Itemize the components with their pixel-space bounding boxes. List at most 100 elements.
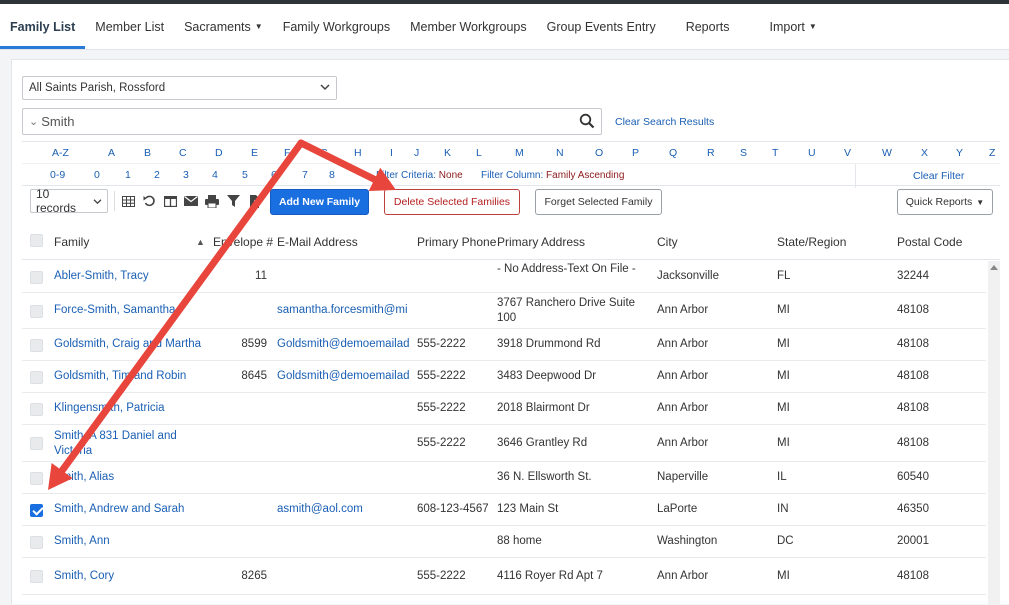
alpha-letter-e[interactable]: E — [251, 147, 258, 159]
alpha-letter-z[interactable]: Z — [989, 147, 995, 159]
column-header-envelope[interactable]: Envelope # — [213, 235, 273, 249]
alpha-letter-y[interactable]: Y — [956, 147, 963, 159]
nav-family-list[interactable]: Family List — [0, 4, 86, 49]
family-name-link[interactable]: Smith, Cory — [54, 570, 214, 582]
alpha-letter-b[interactable]: B — [144, 147, 151, 159]
column-header-family[interactable]: Family — [54, 235, 89, 249]
alpha-letter-a[interactable]: A — [108, 147, 115, 159]
scroll-up-icon[interactable] — [990, 265, 998, 270]
row-select-checkbox[interactable] — [30, 535, 43, 549]
row-select-checkbox[interactable] — [30, 437, 43, 450]
parish-select[interactable]: All Saints Parish, Rossford — [22, 76, 337, 100]
family-name-link[interactable]: Abler-Smith, Tracy — [54, 270, 214, 282]
email-link[interactable]: samantha.forcesmith@mi — [277, 304, 413, 316]
nav-import[interactable]: Import ▼ — [759, 4, 826, 49]
nav-family-workgroups[interactable]: Family Workgroups — [273, 4, 400, 49]
alpha-digit-5[interactable]: 5 — [242, 169, 248, 181]
row-select-checkbox[interactable] — [30, 402, 43, 416]
row-select-checkbox[interactable] — [30, 338, 43, 352]
alpha-letter-s[interactable]: S — [740, 147, 747, 159]
row-select-checkbox[interactable] — [30, 503, 43, 517]
alpha-letter-j[interactable]: J — [414, 147, 419, 159]
alpha-letter-h[interactable]: H — [354, 147, 362, 159]
export-icon[interactable] — [247, 194, 261, 208]
alpha-digit-8[interactable]: 8 — [329, 169, 335, 181]
column-header-phone[interactable]: Primary Phone — [417, 235, 496, 249]
table-view-icon[interactable] — [121, 194, 135, 208]
postal-code-cell: 48108 — [897, 304, 929, 316]
family-name-link[interactable]: Force-Smith, Samantha — [54, 304, 214, 316]
alpha-digit-0[interactable]: 0 — [94, 169, 100, 181]
columns-icon[interactable] — [163, 194, 177, 208]
family-name-link[interactable]: Goldsmith, Tim and Robin — [54, 370, 214, 382]
column-header-address[interactable]: Primary Address — [497, 235, 585, 249]
alpha-letter-t[interactable]: T — [772, 147, 778, 159]
row-select-checkbox[interactable] — [30, 370, 43, 384]
alpha-letter-p[interactable]: P — [632, 147, 639, 159]
family-name-link[interactable]: Smith, A 831 Daniel and Victoria — [54, 429, 214, 459]
print-labels-icon[interactable] — [205, 194, 219, 208]
alpha-letter-c[interactable]: C — [179, 147, 187, 159]
alpha-letter-u[interactable]: U — [808, 147, 816, 159]
alpha-letter-n[interactable]: N — [556, 147, 564, 159]
alpha-letter-x[interactable]: X — [921, 147, 928, 159]
chevron-down-icon[interactable]: ⌄ — [29, 115, 38, 128]
family-name-link[interactable]: Goldsmith, Craig and Martha — [54, 338, 214, 350]
nav-member-workgroups[interactable]: Member Workgroups — [400, 4, 536, 49]
alpha-digit-4[interactable]: 4 — [212, 169, 218, 181]
family-name-link[interactable]: Smith, Ann — [54, 535, 214, 547]
select-all-checkbox[interactable] — [30, 234, 43, 247]
alpha-letter-m[interactable]: M — [515, 147, 524, 159]
email-link[interactable]: Goldsmith@demoemailad — [277, 338, 413, 350]
row-select-checkbox[interactable] — [30, 570, 43, 583]
family-name-link[interactable]: Smith, Alias — [54, 471, 214, 483]
column-header-state[interactable]: State/Region — [777, 235, 846, 249]
row-select-checkbox[interactable] — [30, 304, 43, 318]
nav-group-events-entry[interactable]: Group Events Entry — [537, 4, 676, 49]
column-header-postal[interactable]: Postal Code — [897, 235, 962, 249]
alpha-letter-w[interactable]: W — [882, 147, 892, 159]
search-icon[interactable] — [579, 113, 595, 132]
email-link[interactable]: asmith@aol.com — [277, 503, 413, 515]
alpha-letter-q[interactable]: Q — [669, 147, 677, 159]
alpha-letter-r[interactable]: R — [707, 147, 715, 159]
alpha-digit-7[interactable]: 7 — [302, 169, 308, 181]
family-name-link[interactable]: Smith, Andrew and Sarah — [54, 503, 214, 515]
nav-sacraments[interactable]: Sacraments ▼ — [174, 4, 273, 49]
alpha-letter-o[interactable]: O — [595, 147, 603, 159]
alpha-digit-2[interactable]: 2 — [154, 169, 160, 181]
column-header-city[interactable]: City — [657, 235, 678, 249]
email-link[interactable]: Goldsmith@demoemailad — [277, 370, 413, 382]
row-select-checkbox[interactable] — [30, 471, 43, 485]
email-icon[interactable] — [184, 194, 198, 208]
alpha-digit-1[interactable]: 1 — [125, 169, 131, 181]
alpha-letter-i[interactable]: I — [390, 147, 393, 159]
alpha-letter-g[interactable]: G — [320, 147, 328, 159]
alpha-digit-0-9[interactable]: 0-9 — [50, 169, 65, 181]
alpha-letter-a-z[interactable]: A-Z — [52, 147, 69, 159]
quick-reports-button[interactable]: Quick Reports ▼ — [897, 189, 993, 215]
clear-filter-link[interactable]: Clear Filter — [913, 170, 964, 182]
alpha-digit-6[interactable]: 6 — [271, 169, 277, 181]
row-select-checkbox[interactable] — [30, 270, 43, 284]
search-input[interactable]: ⌄ Smith — [22, 108, 602, 135]
clear-search-results-link[interactable]: Clear Search Results — [615, 116, 714, 128]
family-name-link[interactable]: Klingensmith, Patricia — [54, 402, 214, 414]
nav-reports[interactable]: Reports — [676, 4, 760, 49]
alpha-letter-k[interactable]: K — [444, 147, 451, 159]
alpha-letter-f[interactable]: F — [284, 147, 290, 159]
records-per-page-select[interactable]: 10 records — [30, 187, 108, 215]
alpha-letter-l[interactable]: L — [476, 147, 482, 159]
undo-icon[interactable] — [142, 194, 156, 208]
alpha-letter-v[interactable]: V — [844, 147, 851, 159]
add-new-family-button[interactable]: Add New Family — [270, 189, 369, 215]
filter-icon[interactable] — [226, 194, 240, 208]
alpha-digit-3[interactable]: 3 — [183, 169, 189, 181]
alpha-letter-d[interactable]: D — [215, 147, 223, 159]
forget-selected-family-button[interactable]: Forget Selected Family — [535, 189, 662, 215]
column-header-email[interactable]: E-Mail Address — [277, 235, 358, 249]
nav-member-list[interactable]: Member List — [85, 4, 174, 49]
vertical-scrollbar[interactable] — [988, 261, 1000, 605]
phone-cell: 555-2222 — [417, 402, 466, 414]
delete-selected-families-button[interactable]: Delete Selected Families — [384, 189, 520, 215]
